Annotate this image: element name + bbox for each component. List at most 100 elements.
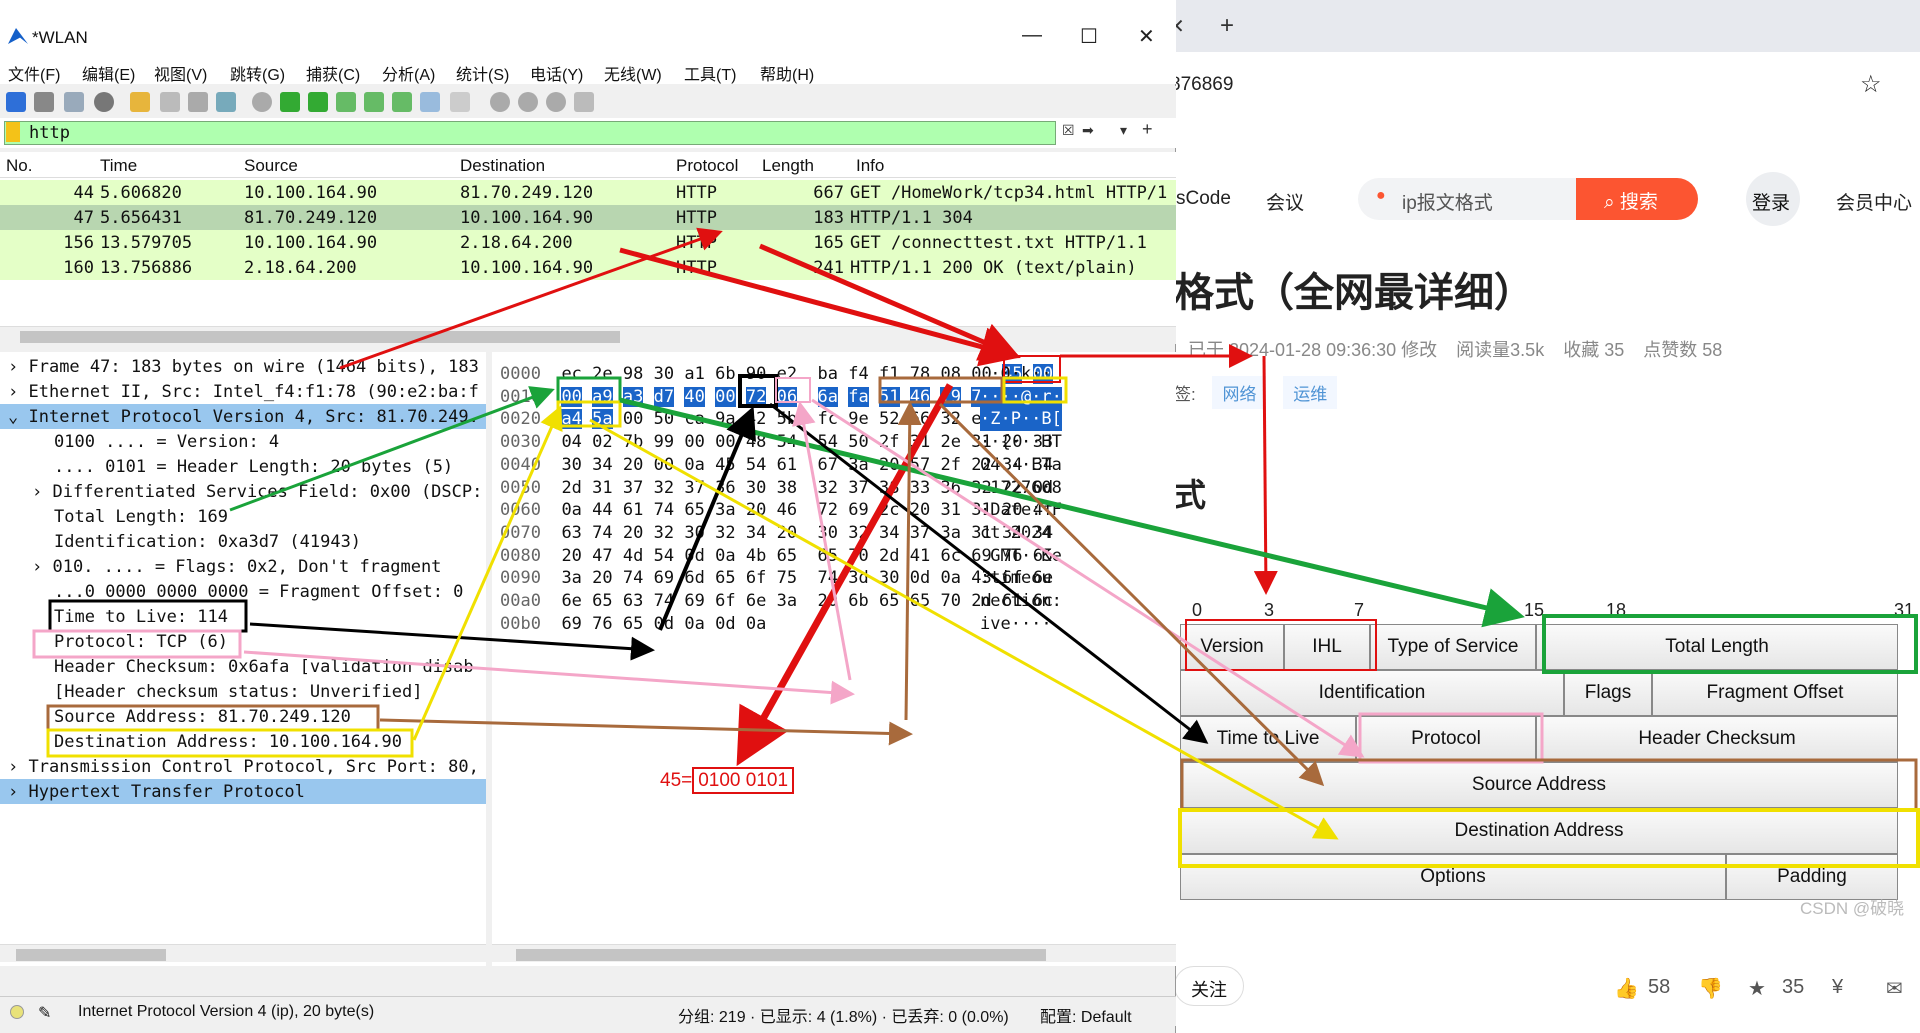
hex-byte[interactable]: 20 [746,500,766,520]
menu-telephony[interactable]: 电话(Y) [530,61,583,85]
login-button[interactable]: 登录 [1746,172,1800,226]
hex-row[interactable]: 0030 04 02 7b 99 00 00 48 54 54 50 2f 31… [500,432,1063,454]
hex-byte[interactable]: 5b [777,409,797,429]
tree-ethernet[interactable]: › Ethernet II, Src: Intel_f4:f1:78 (90:e… [8,379,479,404]
first-packet-icon[interactable] [364,92,384,112]
hex-byte[interactable]: 48 [746,432,766,452]
hex-byte[interactable]: 0d [910,568,930,588]
hex-byte[interactable]: ca [684,409,704,429]
search-input[interactable]: ip报文格式 [1358,178,1576,220]
hex-byte[interactable]: 38 [777,478,797,498]
hex-byte[interactable]: 00 [715,386,736,407]
save-file-icon[interactable] [160,92,180,112]
ascii-text[interactable]: ive···· [980,614,1052,636]
hex-byte[interactable]: 4b [746,546,766,566]
start-capture-icon[interactable] [6,92,26,112]
menu-wireless[interactable]: 无线(W) [604,61,662,85]
col-destination[interactable]: Destination [460,156,545,176]
hex-byte[interactable]: 76 [592,614,612,634]
hex-byte[interactable]: 45 [715,455,735,475]
menu-go[interactable]: 跳转(G) [230,61,285,85]
hex-byte[interactable]: 69 [561,614,581,634]
tree-source-address[interactable]: Source Address: 81.70.249.120 [54,704,351,729]
hex-byte[interactable]: 90 [746,364,766,384]
hex-byte[interactable]: 65 [879,591,899,611]
hex-byte[interactable]: 74 [654,591,674,611]
tree-dsfield[interactable]: › Differentiated Services Field: 0x00 (D… [32,479,482,504]
hex-byte[interactable]: 54 [777,432,797,452]
tree-header-checksum[interactable]: Header Checksum: 0x6afa [validation disa… [54,654,474,679]
scrollbar-thumb[interactable] [20,331,620,343]
hex-byte[interactable]: 44 [592,500,612,520]
hex-byte[interactable]: 06 [776,386,798,407]
hex-byte[interactable]: fc [818,409,838,429]
hex-byte[interactable]: 46 [777,500,797,520]
hex-byte[interactable]: 69 [684,591,704,611]
hex-byte[interactable]: f9 [940,386,961,407]
bytes-scrollbar[interactable] [492,944,1176,962]
tree-total-length[interactable]: Total Length: 169 [54,504,228,529]
resize-columns-icon[interactable] [574,92,594,112]
hex-byte[interactable]: 67 [818,455,838,475]
hex-byte[interactable]: 32 [654,523,674,543]
hex-byte[interactable]: 74 [592,523,612,543]
hex-row[interactable]: 0070 63 74 20 32 30 32 34 20 30 32 34 37… [500,523,1063,545]
tree-ip-version[interactable]: 0100 .... = Version: 4 [54,429,279,454]
autoscroll-icon[interactable] [420,92,440,112]
col-length[interactable]: Length [762,156,814,176]
hex-byte[interactable]: 3a [940,523,960,543]
hex-byte[interactable]: 3a [715,500,735,520]
hex-byte[interactable]: 6e [561,591,581,611]
hex-row[interactable]: 0080 20 47 4d 54 0d 0a 4b 65 65 70 2d 41… [500,546,1063,568]
hex-byte[interactable]: 65 [715,568,735,588]
hex-byte[interactable]: 0a [684,614,704,634]
hex-byte[interactable]: 0a [715,546,735,566]
hex-byte[interactable]: 37 [623,478,643,498]
hex-byte[interactable]: 46 [909,386,931,407]
tree-ttl[interactable]: Time to Live: 114 [54,604,228,629]
hex-byte[interactable]: 32 [818,478,838,498]
hex-byte[interactable]: 32 [848,523,868,543]
ascii-text[interactable]: nection: [980,591,1062,613]
hex-byte[interactable]: 6f [715,591,735,611]
hex-byte[interactable]: 20 [777,523,797,543]
hex-byte[interactable]: 47 [592,546,612,566]
zoom-in-icon[interactable] [490,92,510,112]
hex-byte[interactable]: 08 [940,364,960,384]
go-forward-icon[interactable] [308,92,328,112]
menu-analyze[interactable]: 分析(A) [382,61,435,85]
nav-item-vscode[interactable]: sCode [1176,188,1231,210]
thumb-up-icon[interactable]: 👍 [1614,976,1639,1001]
hex-row[interactable]: 0060 0a 44 61 74 65 3a 20 46 72 69 2c 20… [500,500,1063,522]
thumb-down-icon[interactable]: 👎 [1698,976,1723,1001]
hex-byte[interactable]: e2 [777,364,797,384]
hex-byte[interactable]: 32 [654,478,674,498]
hex-byte[interactable]: 34 [592,455,612,475]
hex-row[interactable]: 0010 00 a9 a3 d7 40 00 72 06 6a fa 51 46… [500,386,1063,409]
hex-row[interactable]: 0020 a4 5a 00 50 ca 9a 42 5b fc 9e 52 66… [500,409,1063,431]
tree-checksum-status[interactable]: [Header checksum status: Unverified] [54,679,422,704]
ascii-text[interactable]: ct 2024 [980,523,1062,545]
hex-byte[interactable]: 30 [684,523,704,543]
colorize-icon[interactable] [450,92,470,112]
hex-byte[interactable]: ec [561,364,581,384]
hex-byte[interactable]: 69 [654,568,674,588]
hex-byte[interactable]: 30 [654,364,674,384]
minimize-icon[interactable]: — [1022,24,1042,47]
hex-byte[interactable]: 6b [715,364,735,384]
hex-byte[interactable]: 70 [848,546,868,566]
hex-byte[interactable]: 3d [848,568,868,588]
hex-byte[interactable]: 31 [910,432,930,452]
hex-byte[interactable]: 78 [910,364,930,384]
hex-byte[interactable]: 04 [561,432,581,452]
hex-byte[interactable]: 74 [623,568,643,588]
hex-byte[interactable]: 33 [910,478,930,498]
reward-icon[interactable]: ¥ [1832,976,1843,999]
hex-byte[interactable]: 3a [848,455,868,475]
hex-byte[interactable]: 6a [817,386,839,407]
hex-byte[interactable]: 31 [592,478,612,498]
hex-byte[interactable]: fa [848,386,869,407]
menu-edit[interactable]: 编辑(E) [82,61,135,85]
hex-byte[interactable]: 36 [715,478,735,498]
filter-bookmark-icon[interactable] [6,122,20,142]
